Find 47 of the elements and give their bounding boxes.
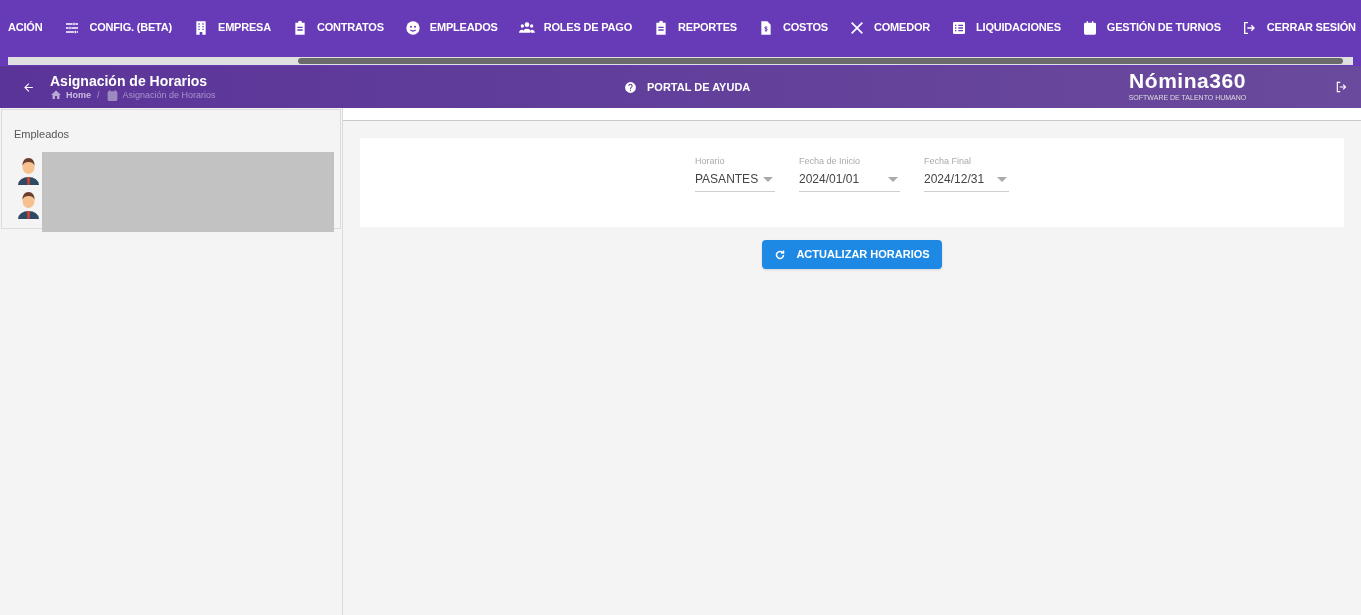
nav-menu-item[interactable]: COSTOS	[757, 19, 828, 36]
nav-menu-item[interactable]: CONFIG. (BETA)	[64, 19, 172, 36]
dropdown-caret-icon	[888, 176, 898, 182]
field-label: Horario	[695, 156, 726, 167]
logout-icon[interactable]	[1335, 80, 1349, 94]
field-label: Fecha de Inicio	[799, 156, 862, 167]
nav-menu-item[interactable]: GESTIÓN DE TURNOS	[1081, 19, 1221, 36]
refresh-schedules-button[interactable]: ACTUALIZAR HORARIOS	[762, 240, 942, 269]
back-arrow-icon[interactable]	[22, 80, 35, 94]
field-label: Fecha Final	[924, 156, 973, 167]
breadcrumb-separator: /	[97, 89, 100, 101]
calendar-icon	[1081, 19, 1098, 36]
help-icon	[624, 80, 637, 94]
list-icon	[951, 19, 968, 36]
logo-wordmark: Nómina360	[1129, 69, 1246, 93]
horizontal-scrollbar[interactable]	[8, 56, 1353, 65]
nav-menu-item[interactable]: REPORTES	[653, 19, 737, 36]
dropdown-field[interactable]: Fecha Final 2024/12/31	[924, 156, 1009, 192]
nav-menu-item[interactable]: CONTRATOS	[292, 19, 384, 36]
field-value: PASANTES	[695, 171, 759, 188]
nav-menu-item[interactable]: ROLES DE PAGO	[518, 19, 632, 36]
breadcrumb-link[interactable]: Home	[66, 89, 91, 101]
scrollbar-thumb[interactable]	[298, 57, 1343, 64]
smiley-icon	[404, 19, 421, 36]
nav-menu-item[interactable]: EMPLEADOS	[404, 19, 498, 36]
breadcrumb-current: Asignación de Horarios	[122, 89, 216, 101]
help-portal-link[interactable]: PORTAL DE AYUDA	[624, 79, 751, 96]
page-title: Asignación de Horarios	[50, 72, 209, 89]
calendar-icon	[105, 88, 119, 102]
panel-title: Empleados	[14, 127, 71, 142]
nav-menu-item[interactable]: COMEDOR	[849, 19, 931, 36]
nav-menu-item[interactable]: EMPRESA	[193, 19, 271, 36]
refresh-icon	[774, 248, 787, 261]
dropdown-field[interactable]: Fecha de Inicio 2024/01/01	[799, 156, 900, 192]
dropdown-caret-icon	[763, 176, 773, 182]
clipboard-icon	[653, 19, 669, 36]
clipboard-icon	[292, 19, 308, 36]
building-icon	[193, 19, 209, 36]
people-icon	[518, 19, 535, 36]
nav-menu-item[interactable]: LIQUIDACIONES	[951, 19, 1061, 36]
home-icon	[50, 89, 62, 101]
nav-menu-item[interactable]: ACIÓN	[8, 19, 43, 36]
dropdown-caret-icon	[997, 176, 1007, 182]
dropdown-field[interactable]: Horario PASANTES	[695, 156, 775, 192]
field-value: 2024/01/01	[799, 171, 860, 188]
nav-menu-item[interactable]: CERRAR SESIÓN	[1241, 19, 1356, 36]
field-value: 2024/12/31	[924, 171, 985, 188]
